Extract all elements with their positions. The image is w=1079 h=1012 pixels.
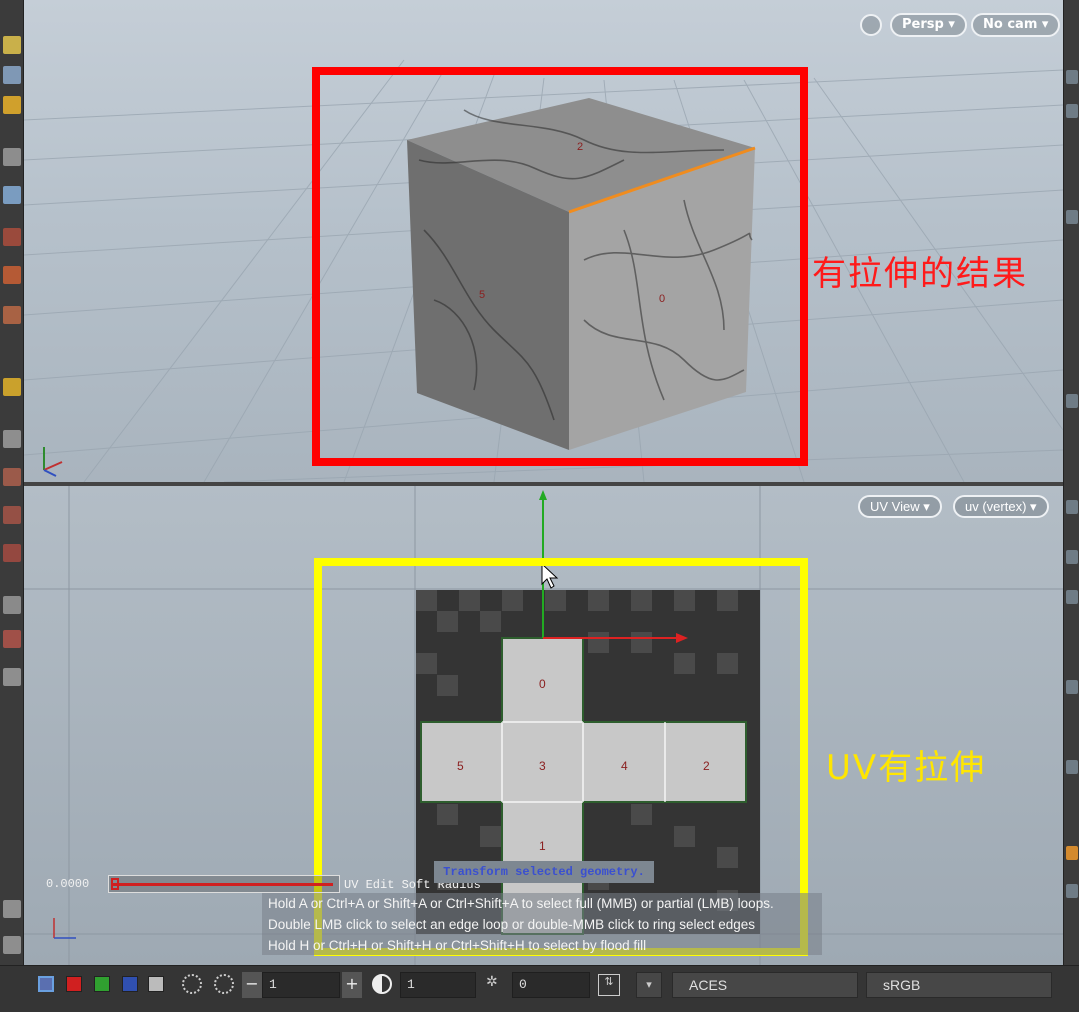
soft-select-icon[interactable]	[3, 544, 21, 562]
shading-tool-icon[interactable]	[1066, 210, 1078, 224]
viewport-3d[interactable]: 2 5 0 Persp ▾ No cam ▾	[24, 0, 1063, 482]
camera-icon[interactable]	[3, 596, 21, 614]
uv-face-label: 0	[539, 677, 546, 691]
uv-face-label: 1	[539, 839, 546, 853]
light-icon[interactable]	[3, 630, 21, 648]
ghost-tool-icon[interactable]	[1066, 680, 1078, 694]
display-icon[interactable]	[3, 668, 21, 686]
stretched-result-annotation: 有拉伸的结果	[812, 254, 1028, 294]
alpha-channel-icon[interactable]	[148, 976, 164, 992]
render-tool-icon[interactable]	[1066, 846, 1078, 860]
uv-face-label: 5	[457, 759, 464, 773]
snap-tool-icon[interactable]	[1066, 550, 1078, 564]
uv-face-label: 2	[703, 759, 710, 773]
slider-handle[interactable]	[111, 878, 119, 890]
left-toolbar	[0, 0, 24, 965]
color-mode-icon[interactable]	[38, 976, 54, 992]
lock-icon[interactable]	[860, 14, 882, 36]
uv-view-dropdown[interactable]: UV View ▾	[858, 495, 942, 518]
rotate-tool-icon[interactable]	[3, 228, 21, 246]
handle-tool-icon[interactable]	[3, 306, 21, 324]
increment-button[interactable]: +	[342, 972, 362, 998]
hint-line: Double LMB click to select an edge loop …	[262, 914, 822, 935]
hint-line: Hold A or Ctrl+A or Shift+A or Ctrl+Shif…	[262, 893, 822, 914]
arrow-tool-icon[interactable]	[3, 148, 21, 166]
soft-radius-slider[interactable]	[108, 875, 340, 893]
color-space-dropdown[interactable]: ACES	[672, 972, 858, 998]
box-icon[interactable]	[3, 66, 21, 84]
perspective-grid: 2 5 0	[24, 59, 1063, 482]
soft-radius-value: 0.0000	[46, 877, 90, 891]
camera-dropdown[interactable]: No cam ▾	[971, 13, 1061, 37]
transform-tooltip: Transform selected geometry.	[434, 861, 654, 883]
snap-icon[interactable]	[3, 468, 21, 486]
view-tool-icon[interactable]	[1066, 70, 1078, 84]
pixel-aspect-icon[interactable]: ⇅	[598, 974, 620, 996]
persp-dropdown[interactable]: Persp ▾	[890, 13, 967, 37]
red-channel-icon[interactable]	[66, 976, 82, 992]
uv-axis-icon	[53, 918, 76, 939]
bottom-toolbar: − 1 + 1 ✲ 0 ⇅ ▾ ACES sRGB	[0, 965, 1079, 1012]
cube-face-label-left: 5	[479, 289, 485, 301]
grid-tool-icon[interactable]	[1066, 590, 1078, 604]
select-tool-icon[interactable]	[3, 36, 21, 54]
value-field[interactable]: 1	[262, 972, 340, 998]
contrast-icon[interactable]	[372, 974, 392, 994]
right-toolbar	[1063, 0, 1079, 965]
lock-tool-icon[interactable]	[1066, 760, 1078, 774]
blue-channel-icon[interactable]	[122, 976, 138, 992]
search-icon[interactable]	[3, 936, 21, 954]
uv-attribute-dropdown[interactable]: uv (vertex) ▾	[953, 495, 1049, 518]
display-tool-icon[interactable]	[1066, 104, 1078, 118]
green-channel-icon[interactable]	[94, 976, 110, 992]
move-tool-icon[interactable]	[3, 186, 21, 204]
magnet-icon[interactable]	[3, 506, 21, 524]
mouse-cursor-icon	[541, 562, 559, 589]
uv-stretched-annotation: UV有拉伸	[826, 748, 987, 788]
export-tool-icon[interactable]	[1066, 884, 1078, 898]
decrement-button[interactable]: −	[242, 972, 262, 998]
exposure-icon[interactable]	[182, 974, 202, 994]
scale-tool-icon[interactable]	[3, 266, 21, 284]
uv-face-label: 3	[539, 759, 546, 773]
uv-face-label: 4	[621, 759, 628, 773]
lut-field[interactable]: 0	[512, 972, 590, 998]
gamma-icon[interactable]	[214, 974, 234, 994]
wireframe-tool-icon[interactable]	[1066, 394, 1078, 408]
hint-line: Hold H or Ctrl+H or Shift+H or Ctrl+Shif…	[262, 935, 822, 955]
cube-face-label-right: 0	[659, 293, 665, 305]
lut-icon[interactable]: ✲	[486, 974, 508, 994]
pin-icon[interactable]	[3, 900, 21, 918]
pose-tool-icon[interactable]	[3, 378, 21, 396]
uv-tool-icon[interactable]	[1066, 500, 1078, 514]
cube-face-label-top: 2	[577, 141, 583, 153]
options-dropdown-button[interactable]: ▾	[636, 972, 662, 998]
display-transform-dropdown[interactable]: sRGB	[866, 972, 1052, 998]
brush-icon[interactable]	[3, 96, 21, 114]
axis-gizmo-icon	[43, 447, 63, 477]
gamma-field[interactable]: 1	[400, 972, 476, 998]
grid-icon[interactable]	[3, 430, 21, 448]
